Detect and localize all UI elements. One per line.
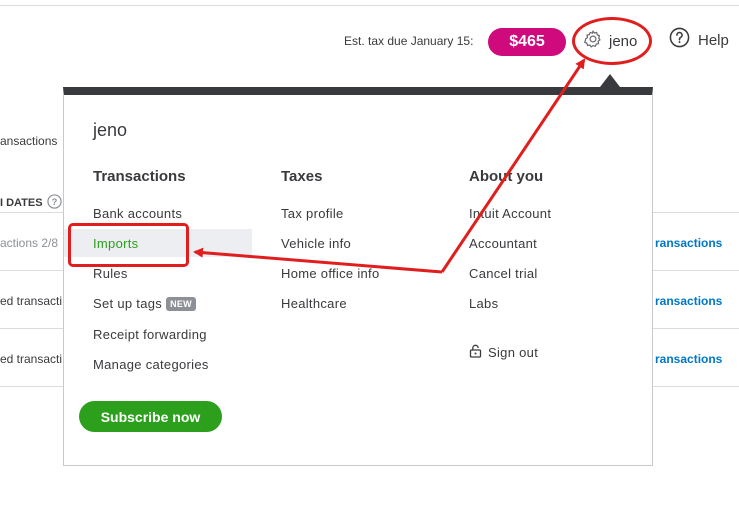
arrow-to-user-line [440,58,586,273]
arrow-to-imports-line [193,247,443,274]
annotation-arrows [193,58,586,274]
